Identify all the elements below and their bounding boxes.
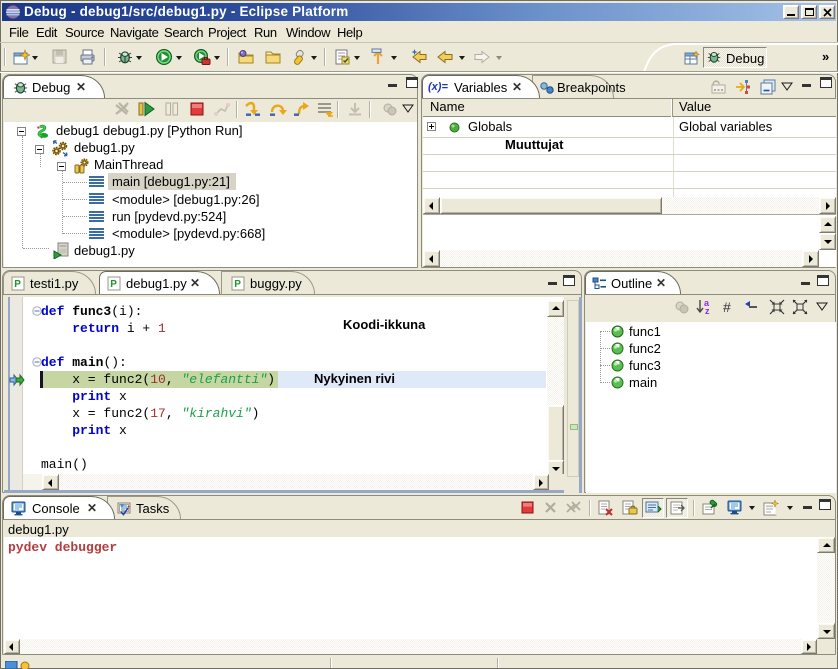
svg-text:z: z [705, 306, 710, 316]
svg-text:P: P [110, 279, 117, 290]
svg-text:P: P [14, 279, 21, 290]
svg-text:P: P [234, 279, 241, 290]
svg-text:#: # [723, 299, 731, 315]
